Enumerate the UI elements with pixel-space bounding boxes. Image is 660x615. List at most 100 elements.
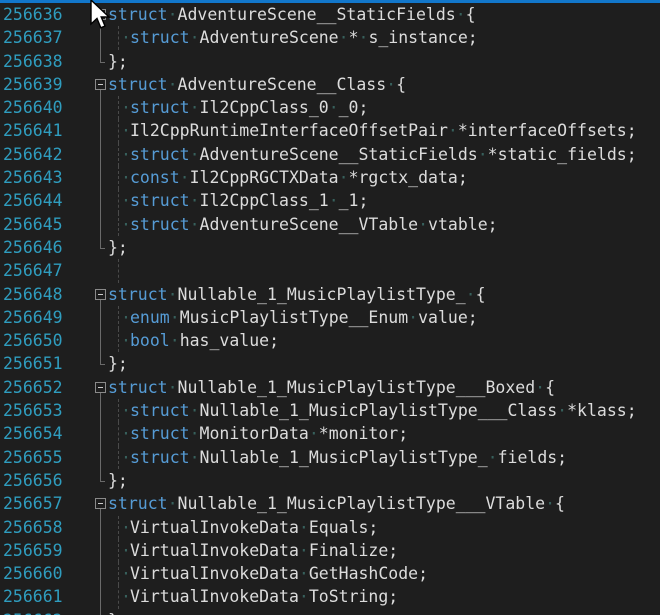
line-number[interactable]: 256659 [0, 539, 67, 562]
line-number[interactable]: 256657 [0, 492, 67, 515]
code-text[interactable]: VirtualInvokeData·Equals; [108, 516, 660, 539]
code-text[interactable]: struct·Nullable_1_MusicPlaylistType_·fie… [108, 446, 660, 469]
code-text[interactable]: struct·Il2CppClass_0·_0; [108, 96, 660, 119]
line-number[interactable]: 256638 [0, 50, 67, 73]
code-token: }; [108, 52, 128, 71]
code-text[interactable]: }; [108, 236, 660, 259]
line-number[interactable]: 256642 [0, 143, 67, 166]
code-text[interactable] [108, 259, 660, 282]
code-text[interactable]: }; [108, 609, 660, 615]
code-text[interactable]: struct·Nullable_1_MusicPlaylistType___Bo… [108, 376, 660, 399]
line-number[interactable]: 256643 [0, 166, 67, 189]
code-line: 256643 const·Il2CppRGCTXData·*rgctx_data; [0, 166, 660, 189]
fold-margin[interactable] [67, 376, 108, 399]
code-token: struct [130, 28, 190, 47]
line-number[interactable]: 256648 [0, 283, 67, 306]
fold-margin [67, 306, 108, 329]
code-line: 256661 VirtualInvokeData·ToString; [0, 585, 660, 608]
code-text[interactable]: Il2CppRuntimeInterfaceOffsetPair·*interf… [108, 119, 660, 142]
code-token: }; [108, 238, 128, 257]
whitespace-dot: · [386, 75, 396, 94]
line-number[interactable]: 256646 [0, 236, 67, 259]
code-text[interactable]: struct·AdventureScene·*·s_instance; [108, 26, 660, 49]
code-line: 256650 bool·has_value; [0, 329, 660, 352]
line-number[interactable]: 256641 [0, 119, 67, 142]
whitespace-dot: · [190, 401, 200, 420]
fold-extent-line [100, 213, 101, 236]
code-text[interactable]: struct·AdventureScene__VTable·vtable; [108, 213, 660, 236]
fold-collapse-icon[interactable] [95, 79, 106, 90]
code-text[interactable]: struct·AdventureScene__StaticFields·*sta… [108, 143, 660, 166]
editor-lines[interactable]: 256636 struct·AdventureScene__StaticField… [0, 3, 660, 615]
code-token: struct [130, 215, 190, 234]
line-number[interactable]: 256647 [0, 259, 67, 282]
fold-margin[interactable] [67, 283, 108, 306]
code-text[interactable]: struct·Nullable_1_MusicPlaylistType___VT… [108, 492, 660, 515]
whitespace-dot: · [190, 98, 200, 117]
line-number[interactable]: 256661 [0, 585, 67, 608]
code-text[interactable]: struct·AdventureScene__Class·{ [108, 73, 660, 96]
line-number[interactable]: 256652 [0, 376, 67, 399]
fold-collapse-icon[interactable] [95, 498, 106, 509]
line-number[interactable]: 256658 [0, 516, 67, 539]
code-text[interactable]: struct·MonitorData·*monitor; [108, 422, 660, 445]
line-number[interactable]: 256639 [0, 73, 67, 96]
line-number[interactable]: 256650 [0, 329, 67, 352]
code-token: * [349, 28, 359, 47]
code-editor: 256636 struct·AdventureScene__StaticField… [0, 0, 660, 615]
code-token: _0; [339, 98, 369, 117]
fold-extent-line [100, 562, 101, 585]
fold-margin [67, 143, 108, 166]
line-number[interactable]: 256644 [0, 189, 67, 212]
code-line: 256638}; [0, 50, 660, 73]
line-number[interactable]: 256637 [0, 26, 67, 49]
code-text[interactable]: VirtualInvokeData·GetHashCode; [108, 562, 660, 585]
whitespace-dot: · [168, 5, 178, 24]
code-line: 256654 struct·MonitorData·*monitor; [0, 422, 660, 445]
whitespace-dot: · [418, 215, 428, 234]
code-line: 256644 struct·Il2CppClass_1·_1; [0, 189, 660, 212]
line-number[interactable]: 256654 [0, 422, 67, 445]
indent-whitespace [108, 585, 130, 608]
fold-collapse-icon[interactable] [95, 289, 106, 300]
code-text[interactable]: struct·Nullable_1_MusicPlaylistType_·{ [108, 283, 660, 306]
line-number[interactable]: 256640 [0, 96, 67, 119]
line-number[interactable]: 256653 [0, 399, 67, 422]
line-number[interactable]: 256660 [0, 562, 67, 585]
whitespace-dot: · [299, 541, 309, 560]
code-token: *interfaceOffsets; [458, 121, 637, 140]
line-number[interactable]: 256645 [0, 213, 67, 236]
fold-collapse-icon[interactable] [95, 382, 106, 393]
code-token: AdventureScene__Class [178, 75, 387, 94]
code-token: *static_fields; [488, 145, 637, 164]
code-text[interactable]: struct·Nullable_1_MusicPlaylistType___Cl… [108, 399, 660, 422]
code-text[interactable]: const·Il2CppRGCTXData·*rgctx_data; [108, 166, 660, 189]
code-token: VirtualInvokeData [130, 541, 299, 560]
line-number[interactable]: 256656 [0, 469, 67, 492]
fold-margin[interactable] [67, 492, 108, 515]
fold-margin [67, 516, 108, 539]
code-token: struct [130, 145, 190, 164]
line-number[interactable]: 256655 [0, 446, 67, 469]
code-line: 256648 struct·Nullable_1_MusicPlaylistTyp… [0, 283, 660, 306]
line-number[interactable]: 256649 [0, 306, 67, 329]
whitespace-dot: · [359, 28, 369, 47]
code-line: 256656}; [0, 469, 660, 492]
code-text[interactable]: }; [108, 352, 660, 375]
fold-extent-end [100, 609, 105, 615]
code-text[interactable]: struct·AdventureScene__StaticFields·{ [108, 3, 660, 26]
line-number[interactable]: 256636 [0, 3, 67, 26]
code-text[interactable]: VirtualInvokeData·ToString; [108, 585, 660, 608]
code-text[interactable]: struct·Il2CppClass_1·_1; [108, 189, 660, 212]
fold-margin[interactable] [67, 73, 108, 96]
code-text[interactable]: }; [108, 469, 660, 492]
code-text[interactable]: }; [108, 50, 660, 73]
fold-extent-end [100, 236, 105, 249]
code-text[interactable]: enum·MusicPlaylistType__Enum·value; [108, 306, 660, 329]
code-text[interactable]: bool·has_value; [108, 329, 660, 352]
line-number[interactable]: 256662 [0, 609, 67, 615]
code-token: }; [108, 611, 128, 615]
code-text[interactable]: VirtualInvokeData·Finalize; [108, 539, 660, 562]
code-token: { [466, 5, 476, 24]
line-number[interactable]: 256651 [0, 352, 67, 375]
